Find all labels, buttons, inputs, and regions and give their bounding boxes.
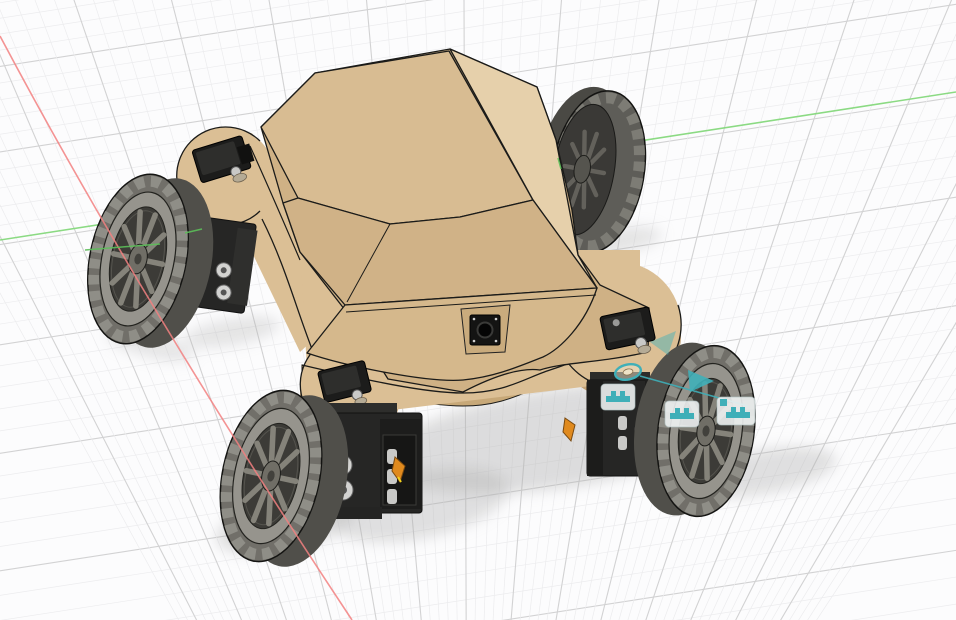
joint-badge-1[interactable] xyxy=(600,383,636,411)
front-camera[interactable] xyxy=(460,304,511,355)
cad-viewport[interactable] xyxy=(0,0,956,620)
joint-badge-3[interactable] xyxy=(716,396,756,426)
joint-badge-2[interactable] xyxy=(664,400,700,428)
